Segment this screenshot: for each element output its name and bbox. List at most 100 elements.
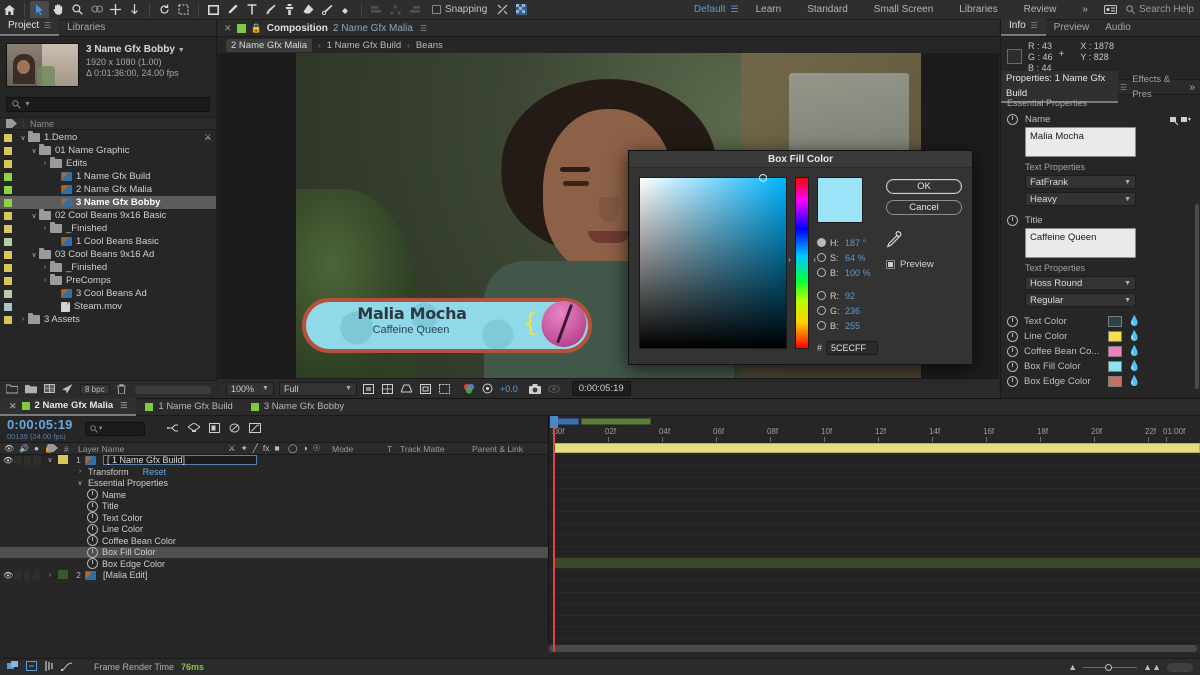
color-mode-radio[interactable] <box>817 253 826 262</box>
project-tree-item[interactable]: 1 Name Gfx Build <box>0 170 216 183</box>
timeline-tab-close-icon[interactable]: ✕ <box>9 398 17 414</box>
breadcrumb-item-1[interactable]: 1 Name Gfx Build <box>327 40 401 51</box>
tab-libraries[interactable]: Libraries <box>59 20 113 36</box>
stopwatch-icon[interactable] <box>87 535 98 546</box>
timeline-tab-1[interactable]: 1 Name Gfx Build <box>136 399 241 415</box>
color-field-value[interactable]: 92 <box>845 291 855 301</box>
enable-frame-blending-icon[interactable] <box>229 423 240 436</box>
type-tool-icon[interactable] <box>242 1 261 19</box>
project-tree-item[interactable]: ›PreComps <box>0 274 216 287</box>
3d-view-icon[interactable] <box>400 382 414 396</box>
roto-brush-tool-icon[interactable] <box>318 1 337 19</box>
disclosure-triangle-icon[interactable]: ∨ <box>42 456 58 464</box>
toggle-transparency-grid-icon[interactable] <box>381 382 395 396</box>
name-font-select[interactable]: FatFrank ▼ <box>1025 175 1136 189</box>
color-swatch[interactable] <box>1108 346 1122 357</box>
layer-name-column-header[interactable]: Layer Name <box>78 444 228 454</box>
color-swatch[interactable] <box>1108 316 1122 327</box>
timeline-track-row[interactable] <box>549 489 1200 501</box>
stopwatch-icon[interactable] <box>1007 346 1018 357</box>
label-color-swatch[interactable] <box>4 199 12 207</box>
team-project-icon[interactable]: ⚔ <box>204 132 212 143</box>
hex-input[interactable]: 5CECFF <box>826 341 878 355</box>
saturation-value-field[interactable] <box>639 177 787 349</box>
stopwatch-icon-title[interactable] <box>1007 215 1018 226</box>
timeline-track-row[interactable] <box>549 512 1200 524</box>
properties-scrollbar[interactable] <box>1195 204 1199 389</box>
unified-camera-tool-icon[interactable] <box>87 1 106 19</box>
timeline-panel-menu-icon[interactable]: ☰ <box>120 398 127 414</box>
chevron-down-icon[interactable]: ▼ <box>178 47 185 54</box>
tab-effects-presets[interactable]: Effects & Pres <box>1127 72 1189 102</box>
zoom-in-icon[interactable]: ▲▲ <box>1143 662 1161 672</box>
property-name-input[interactable]: Malia Mocha <box>1025 127 1136 157</box>
label-color-swatch[interactable] <box>4 212 12 220</box>
interpret-footage-icon[interactable] <box>62 384 73 396</box>
workspace-review[interactable]: Review <box>1011 0 1070 20</box>
guides-icon[interactable] <box>438 382 452 396</box>
project-tree-item[interactable]: ∨01 Name Graphic <box>0 144 216 157</box>
puppet-pin-tool-icon[interactable] <box>337 1 356 19</box>
stopwatch-icon[interactable] <box>87 547 98 558</box>
disclosure-triangle-icon[interactable]: › <box>40 160 50 167</box>
resolution-select[interactable]: Full ▼ <box>279 382 357 396</box>
graph-editor-icon[interactable] <box>249 423 261 436</box>
project-column-name[interactable]: Name <box>30 119 54 129</box>
eraser-tool-icon[interactable] <box>299 1 318 19</box>
breadcrumb-item-2[interactable]: Beans <box>416 40 443 51</box>
title-font-select[interactable]: Hoss Round ▼ <box>1025 276 1136 290</box>
delete-icon[interactable] <box>117 384 126 396</box>
workspace-standard[interactable]: Standard <box>794 0 861 20</box>
transparency-grid-icon[interactable] <box>512 1 531 19</box>
layer-duration-bar[interactable] <box>553 558 1200 568</box>
stopwatch-icon-name[interactable] <box>1007 114 1018 125</box>
snapping-checkbox[interactable] <box>432 5 441 14</box>
label-color-swatch[interactable] <box>4 316 12 324</box>
project-tree-item[interactable]: ›3 Assets <box>0 313 216 326</box>
draft-3d-icon[interactable] <box>188 423 200 436</box>
current-time-indicator[interactable] <box>553 416 555 652</box>
stopwatch-icon[interactable] <box>87 558 98 569</box>
timeline-search-input[interactable]: ▼ <box>85 422 145 436</box>
layer-switch-cells[interactable]: 👁 <box>0 571 42 580</box>
lock-icon[interactable]: 🔒 <box>251 23 262 34</box>
new-composition-icon[interactable] <box>44 384 55 395</box>
workspace-save-icon[interactable] <box>1101 1 1120 19</box>
color-field-value[interactable]: 255 <box>845 321 860 331</box>
eyedropper-icon[interactable]: 💧 <box>1128 346 1140 357</box>
properties-panel-menu-icon[interactable]: ☰ <box>1120 83 1127 92</box>
disclosure-triangle-icon[interactable]: › <box>42 572 58 579</box>
track-matte-column-header[interactable]: Track Matte <box>400 444 472 454</box>
project-tree-item[interactable]: 3 Cool Beans Ad <box>0 287 216 300</box>
preview-toggle[interactable]: Preview <box>886 259 962 270</box>
project-footer-scrollbar[interactable] <box>135 386 211 394</box>
composition-mini-flowchart-icon[interactable] <box>167 423 179 436</box>
label-color-swatch[interactable] <box>4 147 12 155</box>
project-tree-item[interactable]: 2 Name Gfx Malia <box>0 183 216 196</box>
color-field[interactable]: B:255 <box>817 318 878 333</box>
disclosure-triangle-icon[interactable]: › <box>40 225 50 232</box>
workspace-learn[interactable]: Learn <box>743 0 795 20</box>
panel-overflow-icon[interactable]: » <box>1189 82 1200 93</box>
timeline-ruler[interactable]: :00f02f04f06f08f10f12f14f16f18f20f22f01:… <box>548 416 1200 443</box>
clone-stamp-tool-icon[interactable] <box>280 1 299 19</box>
region-of-interest-icon[interactable] <box>362 382 376 396</box>
color-field[interactable]: B:100 % <box>817 265 878 280</box>
ok-button[interactable]: OK <box>886 179 962 194</box>
color-mode-radio[interactable] <box>817 268 826 277</box>
stopwatch-icon[interactable] <box>1007 361 1018 372</box>
workspace-libraries[interactable]: Libraries <box>946 0 1010 20</box>
label-color-swatch[interactable] <box>4 160 12 168</box>
composition-panel-menu-icon[interactable]: ☰ <box>420 24 427 33</box>
name-style-select[interactable]: Heavy ▼ <box>1025 192 1136 206</box>
workspace-overflow[interactable]: » <box>1069 0 1101 20</box>
align-left-icon[interactable] <box>367 1 386 19</box>
snapping-toggle[interactable]: Snapping <box>432 4 487 15</box>
work-area-end[interactable] <box>581 418 651 425</box>
project-tree-item[interactable]: ∨1.Demo⚔ <box>0 131 216 144</box>
stopwatch-icon[interactable] <box>1007 316 1018 327</box>
folder-icon[interactable] <box>25 384 37 396</box>
eye-icon[interactable]: 👁 <box>3 456 13 465</box>
project-tree-item[interactable]: ›_Finished <box>0 222 216 235</box>
disclosure-triangle-icon[interactable]: ∨ <box>29 251 39 259</box>
